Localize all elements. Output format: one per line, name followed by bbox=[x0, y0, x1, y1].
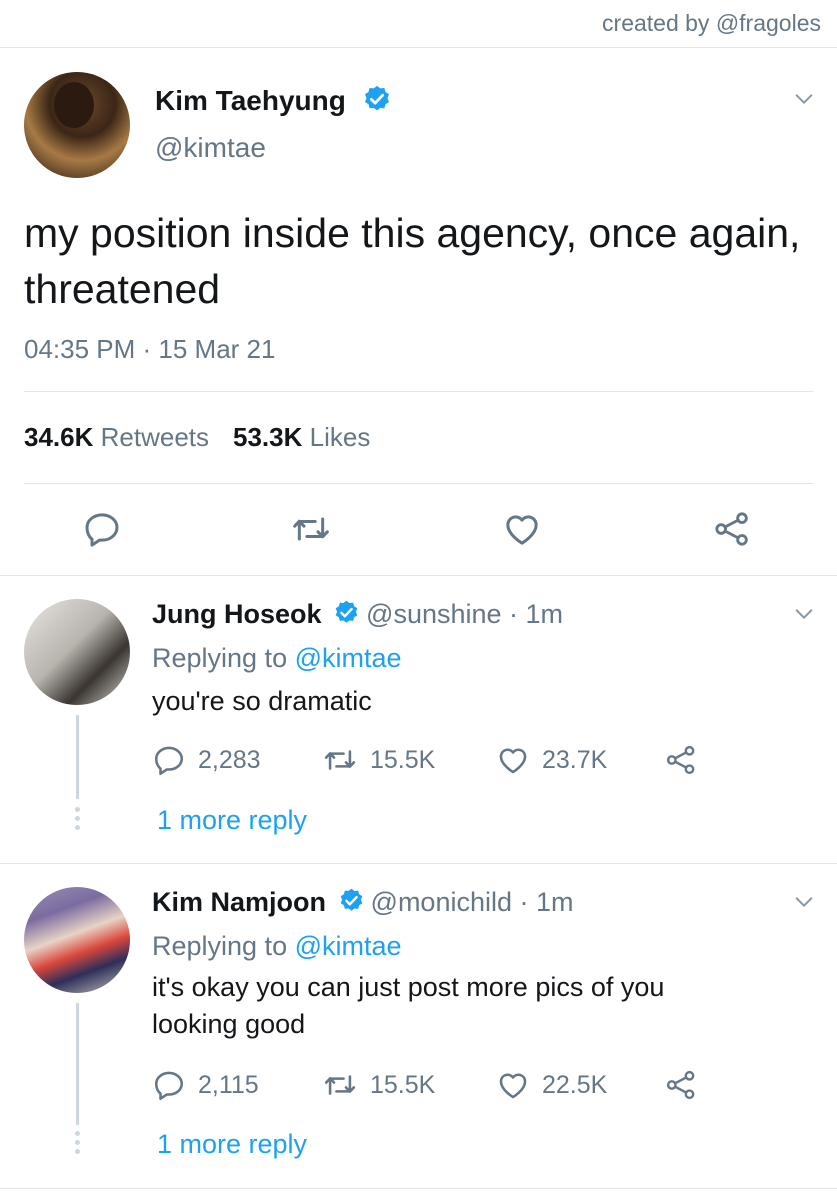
author-name[interactable]: Kim Taehyung bbox=[155, 84, 392, 121]
reply-text: it's okay you can just post more pics of… bbox=[152, 972, 665, 1039]
author-handle[interactable]: @kimtae bbox=[155, 132, 266, 164]
likes-label[interactable]: Likes bbox=[310, 422, 371, 452]
author-name[interactable]: Kim Namjoon bbox=[152, 887, 326, 917]
like-icon bbox=[499, 748, 527, 774]
avatar[interactable] bbox=[24, 72, 130, 178]
tweet-action-bar bbox=[0, 504, 837, 554]
reply-text: you're so dramatic bbox=[152, 686, 372, 716]
retweet-button[interactable]: 15.5K bbox=[322, 1068, 435, 1102]
divider bbox=[0, 47, 837, 48]
reply-header: Jung Hoseok @sunshine · 1m bbox=[152, 599, 563, 633]
like-count: 23.7K bbox=[542, 745, 608, 774]
chevron-down-icon[interactable] bbox=[793, 88, 815, 110]
divider bbox=[24, 483, 813, 484]
reply-action-bar: 2,283 15.5K 23.7K bbox=[152, 743, 712, 779]
replying-prefix: Replying to bbox=[152, 643, 295, 673]
share-icon bbox=[666, 1070, 695, 1100]
retweet-count: 15.5K bbox=[370, 745, 436, 774]
author-handle[interactable]: @monichild · 1m bbox=[371, 887, 574, 917]
retweets-count[interactable]: 34.6K bbox=[24, 422, 93, 452]
reply-tweet[interactable]: Jung Hoseok @sunshine · 1m Replying to @… bbox=[0, 575, 837, 863]
share-icon bbox=[666, 745, 695, 775]
chevron-down-icon[interactable] bbox=[793, 603, 815, 625]
like-icon[interactable] bbox=[502, 509, 542, 554]
more-replies-link[interactable]: 1 more reply bbox=[157, 1129, 307, 1160]
verified-badge-icon bbox=[362, 84, 392, 121]
avatar[interactable] bbox=[24, 887, 130, 993]
replying-to: Replying to @kimtae bbox=[152, 931, 402, 962]
author-handle[interactable]: @sunshine · 1m bbox=[366, 599, 563, 629]
divider bbox=[24, 391, 813, 392]
thread-dots bbox=[74, 807, 81, 834]
more-replies-link[interactable]: 1 more reply bbox=[157, 805, 307, 836]
reply-header: Kim Namjoon @monichild · 1m bbox=[152, 887, 574, 921]
tweet-text: my position inside this agency, once aga… bbox=[24, 210, 801, 312]
replying-to-link[interactable]: @kimtae bbox=[295, 643, 402, 673]
author-name[interactable]: Jung Hoseok bbox=[152, 599, 322, 629]
tweet-stats: 34.6K Retweets 53.3K Likes bbox=[24, 422, 370, 453]
like-button[interactable]: 22.5K bbox=[496, 1068, 607, 1102]
verified-badge-icon bbox=[338, 887, 365, 921]
thread-line bbox=[76, 1003, 79, 1125]
reply-button[interactable]: 2,283 bbox=[152, 743, 261, 777]
reply-button[interactable]: 2,115 bbox=[152, 1068, 259, 1102]
retweet-count: 15.5K bbox=[370, 1070, 436, 1099]
chevron-down-icon[interactable] bbox=[793, 891, 815, 913]
like-button[interactable]: 23.7K bbox=[496, 743, 607, 777]
reply-icon[interactable] bbox=[82, 509, 122, 554]
share-button[interactable] bbox=[664, 743, 710, 777]
share-button[interactable] bbox=[664, 1068, 710, 1102]
author-name-text: Kim Taehyung bbox=[155, 84, 346, 116]
thread-dots bbox=[74, 1131, 81, 1158]
reply-count: 2,283 bbox=[198, 745, 261, 774]
retweet-icon bbox=[324, 1075, 356, 1095]
share-icon[interactable] bbox=[712, 509, 752, 554]
reply-icon bbox=[154, 746, 184, 776]
divider bbox=[0, 1188, 837, 1189]
credit-label: created by @fragoles bbox=[602, 10, 821, 36]
verified-badge-icon bbox=[333, 599, 360, 633]
retweets-label[interactable]: Retweets bbox=[101, 422, 209, 452]
retweet-button[interactable]: 15.5K bbox=[322, 743, 435, 777]
retweet-icon[interactable] bbox=[290, 509, 332, 554]
like-icon bbox=[499, 1073, 527, 1099]
like-count: 22.5K bbox=[542, 1070, 608, 1099]
reply-action-bar: 2,115 15.5K 22.5K bbox=[152, 1068, 712, 1104]
reply-tweet[interactable]: Kim Namjoon @monichild · 1m Replying to … bbox=[0, 863, 837, 1188]
reply-count: 2,115 bbox=[198, 1070, 259, 1099]
replying-to: Replying to @kimtae bbox=[152, 643, 402, 674]
tweet-timestamp[interactable]: 04:35 PM · 15 Mar 21 bbox=[24, 334, 275, 365]
replying-to-link[interactable]: @kimtae bbox=[295, 931, 402, 961]
avatar[interactable] bbox=[24, 599, 130, 705]
likes-count[interactable]: 53.3K bbox=[233, 422, 302, 452]
retweet-icon bbox=[324, 750, 356, 770]
replying-prefix: Replying to bbox=[152, 931, 295, 961]
reply-icon bbox=[154, 1071, 184, 1101]
thread-line bbox=[76, 715, 79, 799]
